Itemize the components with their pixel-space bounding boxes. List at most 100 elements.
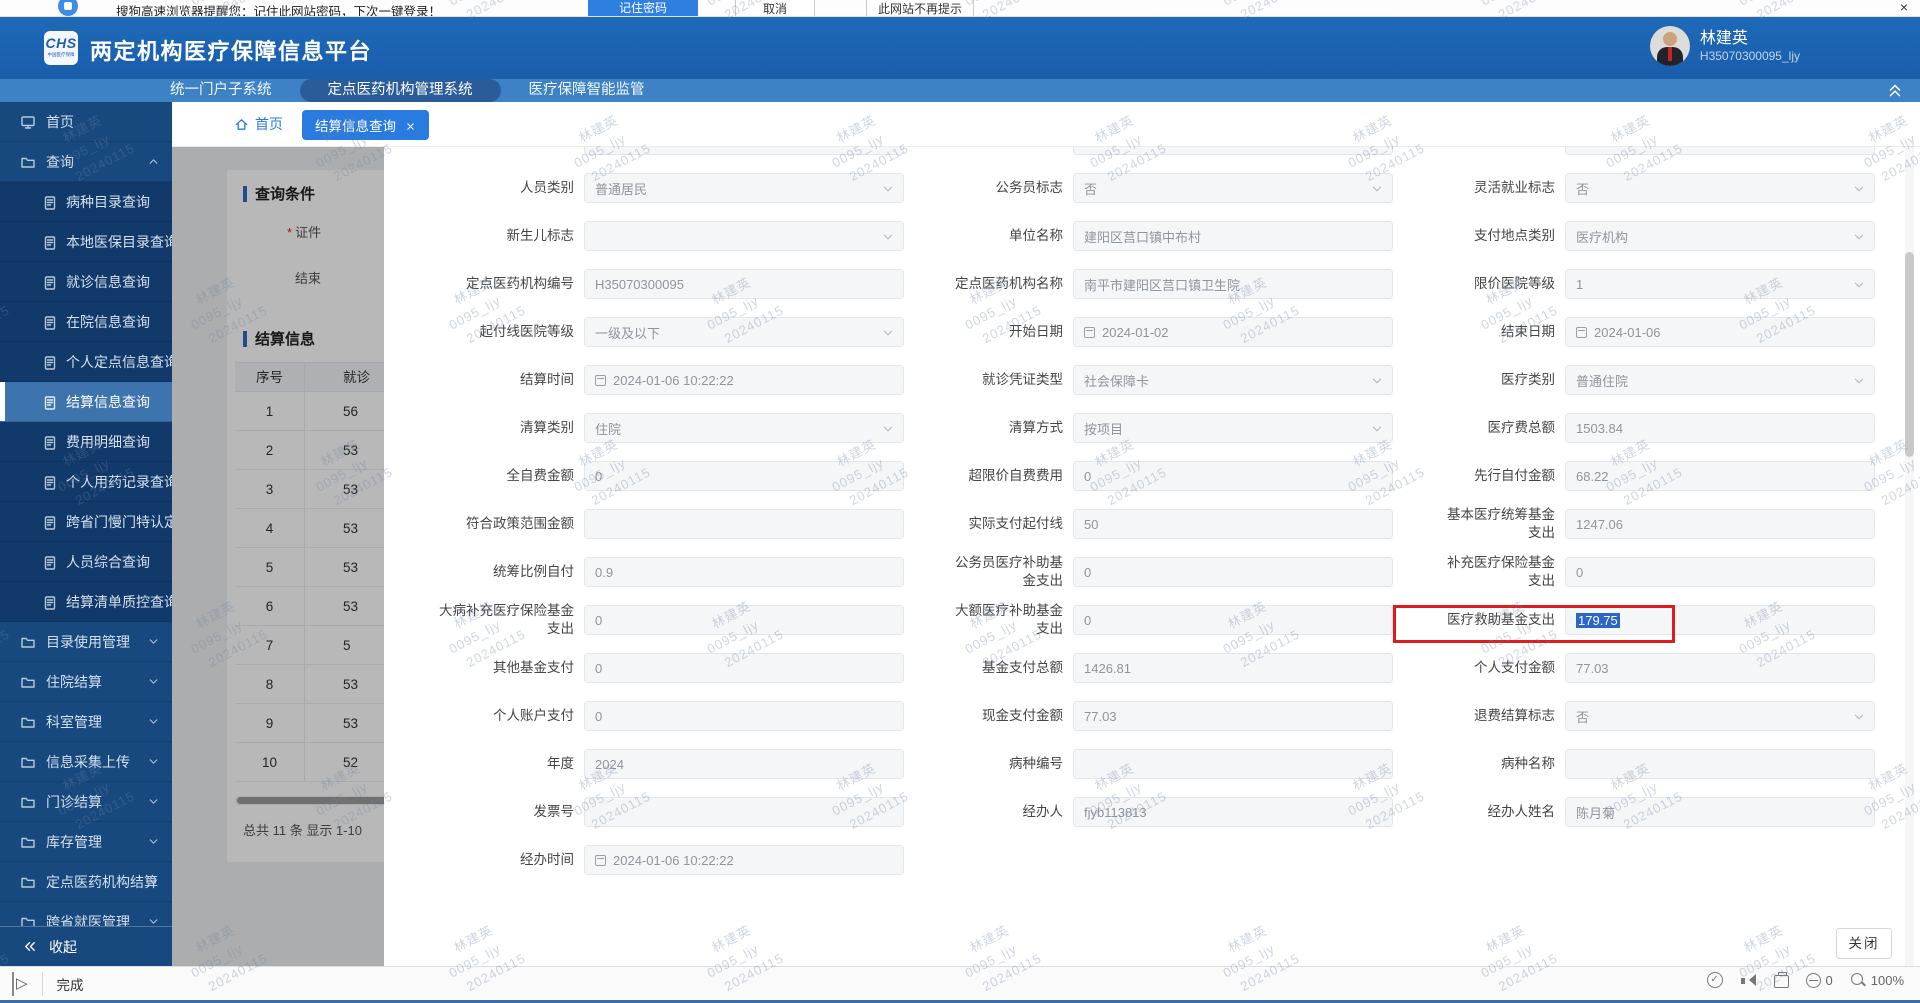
sidebar-item[interactable]: 首页 [0,102,172,142]
close-icon[interactable]: × [1900,0,1908,15]
text-field[interactable]: 0 [1073,461,1393,491]
sidebar-item[interactable]: 个人用药记录查询 [0,462,172,502]
avatar[interactable] [1649,26,1690,66]
sidebar-item[interactable]: 目录使用管理 [0,622,172,662]
sidebar-item[interactable]: 门诊结算 [0,782,172,822]
tab-portal-subsystem[interactable]: 统一门户子系统 [142,79,300,102]
remember-password-button[interactable]: 记住密码 [588,0,698,16]
zoom-icon[interactable] [1850,972,1866,988]
text-field[interactable]: 0 [1073,557,1393,587]
select-field[interactable]: 1 [1565,269,1875,299]
sidebar-item[interactable]: 结算清单质控查询 [0,582,172,622]
field-label: 人员类别 [520,180,574,196]
text-field[interactable]: 0 [584,653,904,683]
sidebar-item[interactable]: 结算信息查询 [0,382,172,422]
select-field[interactable]: 社会保障卡 [1073,365,1393,395]
text-field[interactable]: 0 [584,461,904,491]
text-field[interactable]: 77.03 [1073,701,1393,731]
text-field[interactable] [1565,749,1875,779]
printer-icon[interactable] [1773,971,1789,988]
sidebar-item[interactable]: 信息采集上传 [0,742,172,782]
sidebar-item[interactable]: 费用明细查询 [0,422,172,462]
text-field[interactable]: 179.75 [1565,605,1875,635]
select-field[interactable]: 否 [1565,173,1875,203]
select-field[interactable]: 否 [1073,173,1393,203]
speaker-icon[interactable] [1740,973,1757,988]
date-field[interactable]: 2024-01-06 [1565,317,1875,347]
text-field[interactable]: 陈月菊 [1565,797,1875,827]
tab-institution-management[interactable]: 定点医药机构管理系统 [299,79,501,102]
blocked-count-icon[interactable] [1805,972,1821,988]
security-check-icon[interactable]: ✓ [1706,972,1723,988]
sidebar-item[interactable]: 跨省门慢门特认定... [0,502,172,542]
date-field[interactable]: 2024-01-02 [1073,317,1393,347]
select-field[interactable]: 普通住院 [1565,365,1875,395]
text-field[interactable] [1565,147,1875,155]
close-modal-button[interactable]: 关闭 [1836,928,1892,959]
sidebar-item[interactable]: 科室管理 [0,702,172,742]
field-label: 清算方式 [1009,420,1063,436]
text-field[interactable]: 0 [1073,605,1393,635]
date-field[interactable]: 2024-01-06 10:22:22 [584,365,904,395]
text-field[interactable]: 2024 [584,749,904,779]
field-label: 公务员医疗补助基金支出 [955,555,1063,588]
play-icon[interactable]: ▷ [12,972,43,996]
sidebar-collapse-button[interactable]: 收起 [0,926,172,966]
text-field[interactable] [584,797,904,827]
text-field[interactable]: 1503.84 [1565,413,1875,443]
sidebar-item-label: 结算信息查询 [66,393,150,410]
text-field[interactable] [584,509,904,539]
sidebar-item[interactable]: 就诊信息查询 [0,262,172,302]
text-field[interactable]: 50 [1073,509,1393,539]
text-field[interactable] [1073,147,1393,155]
user-box[interactable]: 林建英 H35070300095_ljy [1649,26,1800,66]
text-field[interactable] [1073,749,1393,779]
text-field[interactable]: 建阳区莒口镇中布村 [1073,221,1393,251]
text-field[interactable]: 0 [584,605,904,635]
text-field[interactable]: 1426.81 [1073,653,1393,683]
text-field[interactable]: fjyb113813 [1073,797,1393,827]
sidebar-item[interactable]: 人员综合查询 [0,542,172,582]
text-field[interactable]: 1247.06 [1565,509,1875,539]
sidebar-item[interactable]: 个人定点信息查询 [0,342,172,382]
text-field[interactable]: 68.22 [1565,461,1875,491]
no-prompt-button[interactable]: 此网站不再提示 [866,0,974,16]
field-label: 其他基金支付 [493,660,574,676]
select-field[interactable]: 按项目 [1073,413,1393,443]
sidebar-item[interactable]: 查询 [0,142,172,182]
text-field[interactable]: 南平市建阳区莒口镇卫生院 [1073,269,1393,299]
sidebar-item[interactable]: 定点医药机构结算 [0,862,172,902]
sidebar-item[interactable]: 本地医保目录查询 [0,222,172,262]
select-field[interactable]: 住院 [584,413,904,443]
field-label: 符合政策范围金额 [466,516,574,532]
chevron-double-up-icon[interactable] [1886,81,1904,99]
field-value: 0 [1084,564,1092,580]
sidebar-item[interactable]: 在院信息查询 [0,302,172,342]
sidebar-item[interactable]: 库存管理 [0,822,172,862]
tab-smart-supervision[interactable]: 医疗保障智能监管 [501,79,673,102]
sidebar-item[interactable]: 跨省就医管理 [0,902,172,926]
doc-icon [42,315,56,330]
select-field[interactable]: 一级及以下 [584,317,904,347]
text-field[interactable]: 0 [584,701,904,731]
date-field[interactable]: 2024-01-06 10:22:22 [584,845,904,875]
text-field[interactable]: 0 [1565,557,1875,587]
sidebar-item[interactable]: 病种目录查询 [0,182,172,222]
sidebar-item[interactable]: 住院结算 [0,662,172,702]
text-field[interactable]: 77.03 [1565,653,1875,683]
select-field[interactable]: 否 [1565,701,1875,731]
scrollbar-thumb[interactable] [1905,252,1914,457]
text-field[interactable]: 0.9 [584,557,904,587]
breadcrumb-home[interactable]: 首页 [234,114,283,134]
select-field[interactable]: 医疗机构 [1565,221,1875,251]
text-field[interactable] [584,147,904,155]
field-value: 0 [1084,468,1092,484]
field-value: 按项目 [1084,421,1124,437]
select-field[interactable]: 普通居民 [584,173,904,203]
page-tab-settlement-query[interactable]: 结算信息查询 [302,110,429,140]
cancel-button[interactable]: 取消 [735,0,815,16]
content-area: 查询条件 * 证件 结束 结算信息 序号 就诊 1 56 2 53 3 53 4 53 5 53 6 5… [172,147,1920,966]
text-field[interactable]: H35070300095 [584,269,904,299]
close-icon[interactable] [405,120,416,131]
select-field[interactable] [584,221,904,251]
